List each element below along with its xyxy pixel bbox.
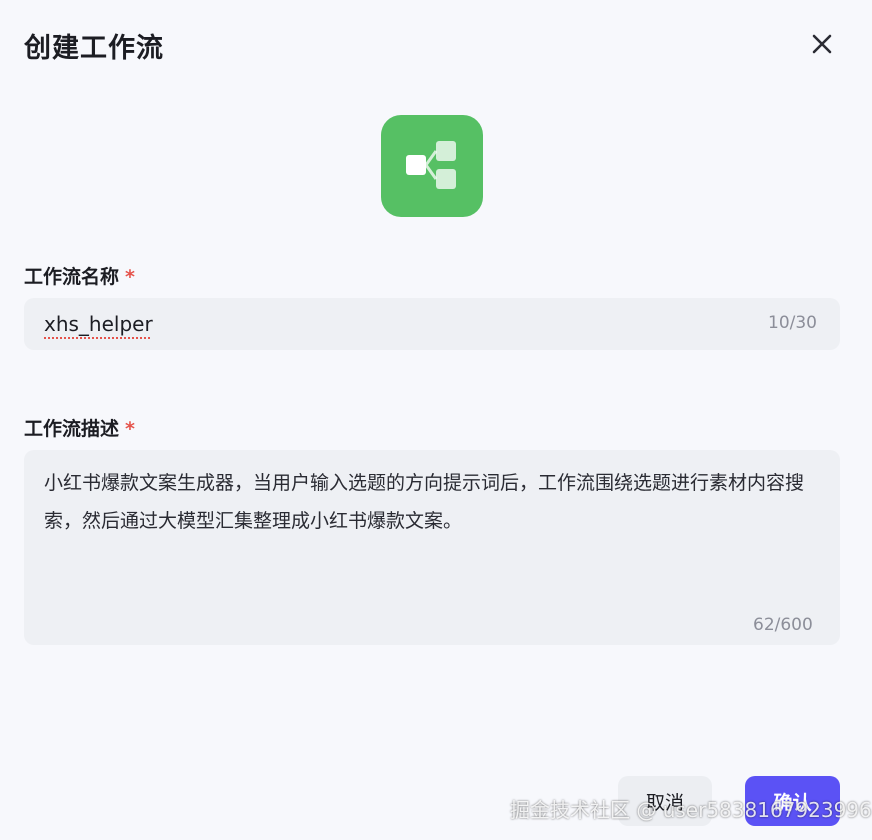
required-mark: * [125, 418, 135, 440]
workflow-name-value: xhs_helper [44, 312, 153, 336]
name-char-counter: 10/30 [768, 313, 817, 333]
cancel-button[interactable]: 取消 [618, 776, 712, 826]
dialog-title: 创建工作流 [24, 33, 164, 64]
desc-field-label: 工作流描述 * [24, 418, 135, 440]
workflow-name-input[interactable]: xhs_helper [24, 298, 840, 350]
required-mark: * [125, 266, 135, 288]
name-field-label: 工作流名称 * [24, 266, 135, 288]
workflow-description-textarea[interactable]: 小红书爆款文案生成器，当用户输入选题的方向提示词后，工作流围绕选题进行素材内容搜… [24, 450, 840, 645]
workflow-icon [406, 141, 456, 189]
confirm-button[interactable]: 确认 [745, 776, 840, 826]
desc-char-counter: 62/600 [753, 615, 813, 635]
workflow-description-value: 小红书爆款文案生成器，当用户输入选题的方向提示词后，工作流围绕选题进行素材内容搜… [44, 472, 805, 532]
close-icon [812, 34, 832, 54]
create-workflow-dialog: 创建工作流 工作流名称 * xhs_helper 10/30 工作流描述 * 小红书… [0, 0, 872, 840]
close-button[interactable] [806, 28, 838, 60]
workflow-app-icon[interactable] [381, 115, 483, 217]
